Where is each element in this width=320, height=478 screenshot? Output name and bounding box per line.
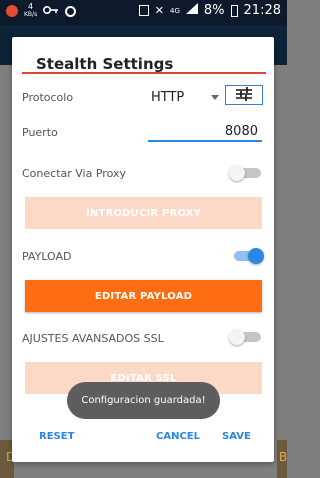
protocolo-value: HTTP <box>151 90 185 105</box>
sliders-icon <box>235 86 253 105</box>
background-right-text: B <box>279 450 288 464</box>
speed-value: 4 <box>28 2 34 11</box>
protocolo-label: Protocolo <box>22 91 74 104</box>
battery-icon <box>230 4 238 17</box>
background-button-right: B <box>277 440 287 478</box>
nfc-icon <box>138 5 149 16</box>
toggle-thumb <box>248 248 264 264</box>
ssl-toggle[interactable] <box>229 329 263 345</box>
payload-toggle[interactable] <box>230 248 264 264</box>
puerto-input[interactable] <box>148 122 262 142</box>
cancel-button[interactable]: CANCEL <box>156 431 200 442</box>
status-right: ✕ 4G 8% 21:28 <box>138 3 281 18</box>
clock: 21:28 <box>243 3 281 18</box>
reset-button[interactable]: RESET <box>39 431 74 442</box>
title-divider <box>22 72 266 74</box>
editar-payload-button[interactable]: EDITAR PAYLOAD <box>25 280 262 312</box>
signal-icon <box>185 3 198 18</box>
ssl-label: AJUSTES AVANSADOS SSL <box>22 332 164 345</box>
introducir-proxy-button[interactable]: INTRODUCIR PROXY <box>25 197 262 229</box>
toast-message: Configuracion guardada! <box>67 382 220 419</box>
toggle-thumb <box>229 329 245 345</box>
stealth-settings-dialog: Stealth Settings Protocolo HTTP Puerto C… <box>12 37 274 462</box>
save-button[interactable]: SAVE <box>222 431 251 442</box>
key-icon <box>43 4 59 19</box>
chevron-down-icon <box>211 95 219 100</box>
network-type: 4G <box>170 6 180 15</box>
chrome-icon <box>65 5 77 17</box>
toggle-thumb <box>229 165 245 181</box>
payload-label: PAYLOAD <box>22 250 72 263</box>
proxy-label: Conectar Via Proxy <box>22 167 126 180</box>
network-speed: 4 KB/s <box>24 3 37 19</box>
protocolo-dropdown[interactable]: HTTP <box>148 85 220 107</box>
tune-settings-button[interactable] <box>225 85 263 105</box>
speed-unit: KB/s <box>24 11 38 18</box>
app-notification-icon <box>6 5 18 17</box>
dialog-title: Stealth Settings <box>36 55 174 73</box>
battery-percent: 8% <box>203 3 225 18</box>
status-left: 4 KB/s <box>6 3 77 19</box>
mute-icon: ✕ <box>154 4 165 17</box>
proxy-toggle[interactable] <box>229 165 263 181</box>
puerto-label: Puerto <box>22 126 58 139</box>
status-bar: 4 KB/s ✕ 4G 8% 21:28 <box>0 0 287 25</box>
